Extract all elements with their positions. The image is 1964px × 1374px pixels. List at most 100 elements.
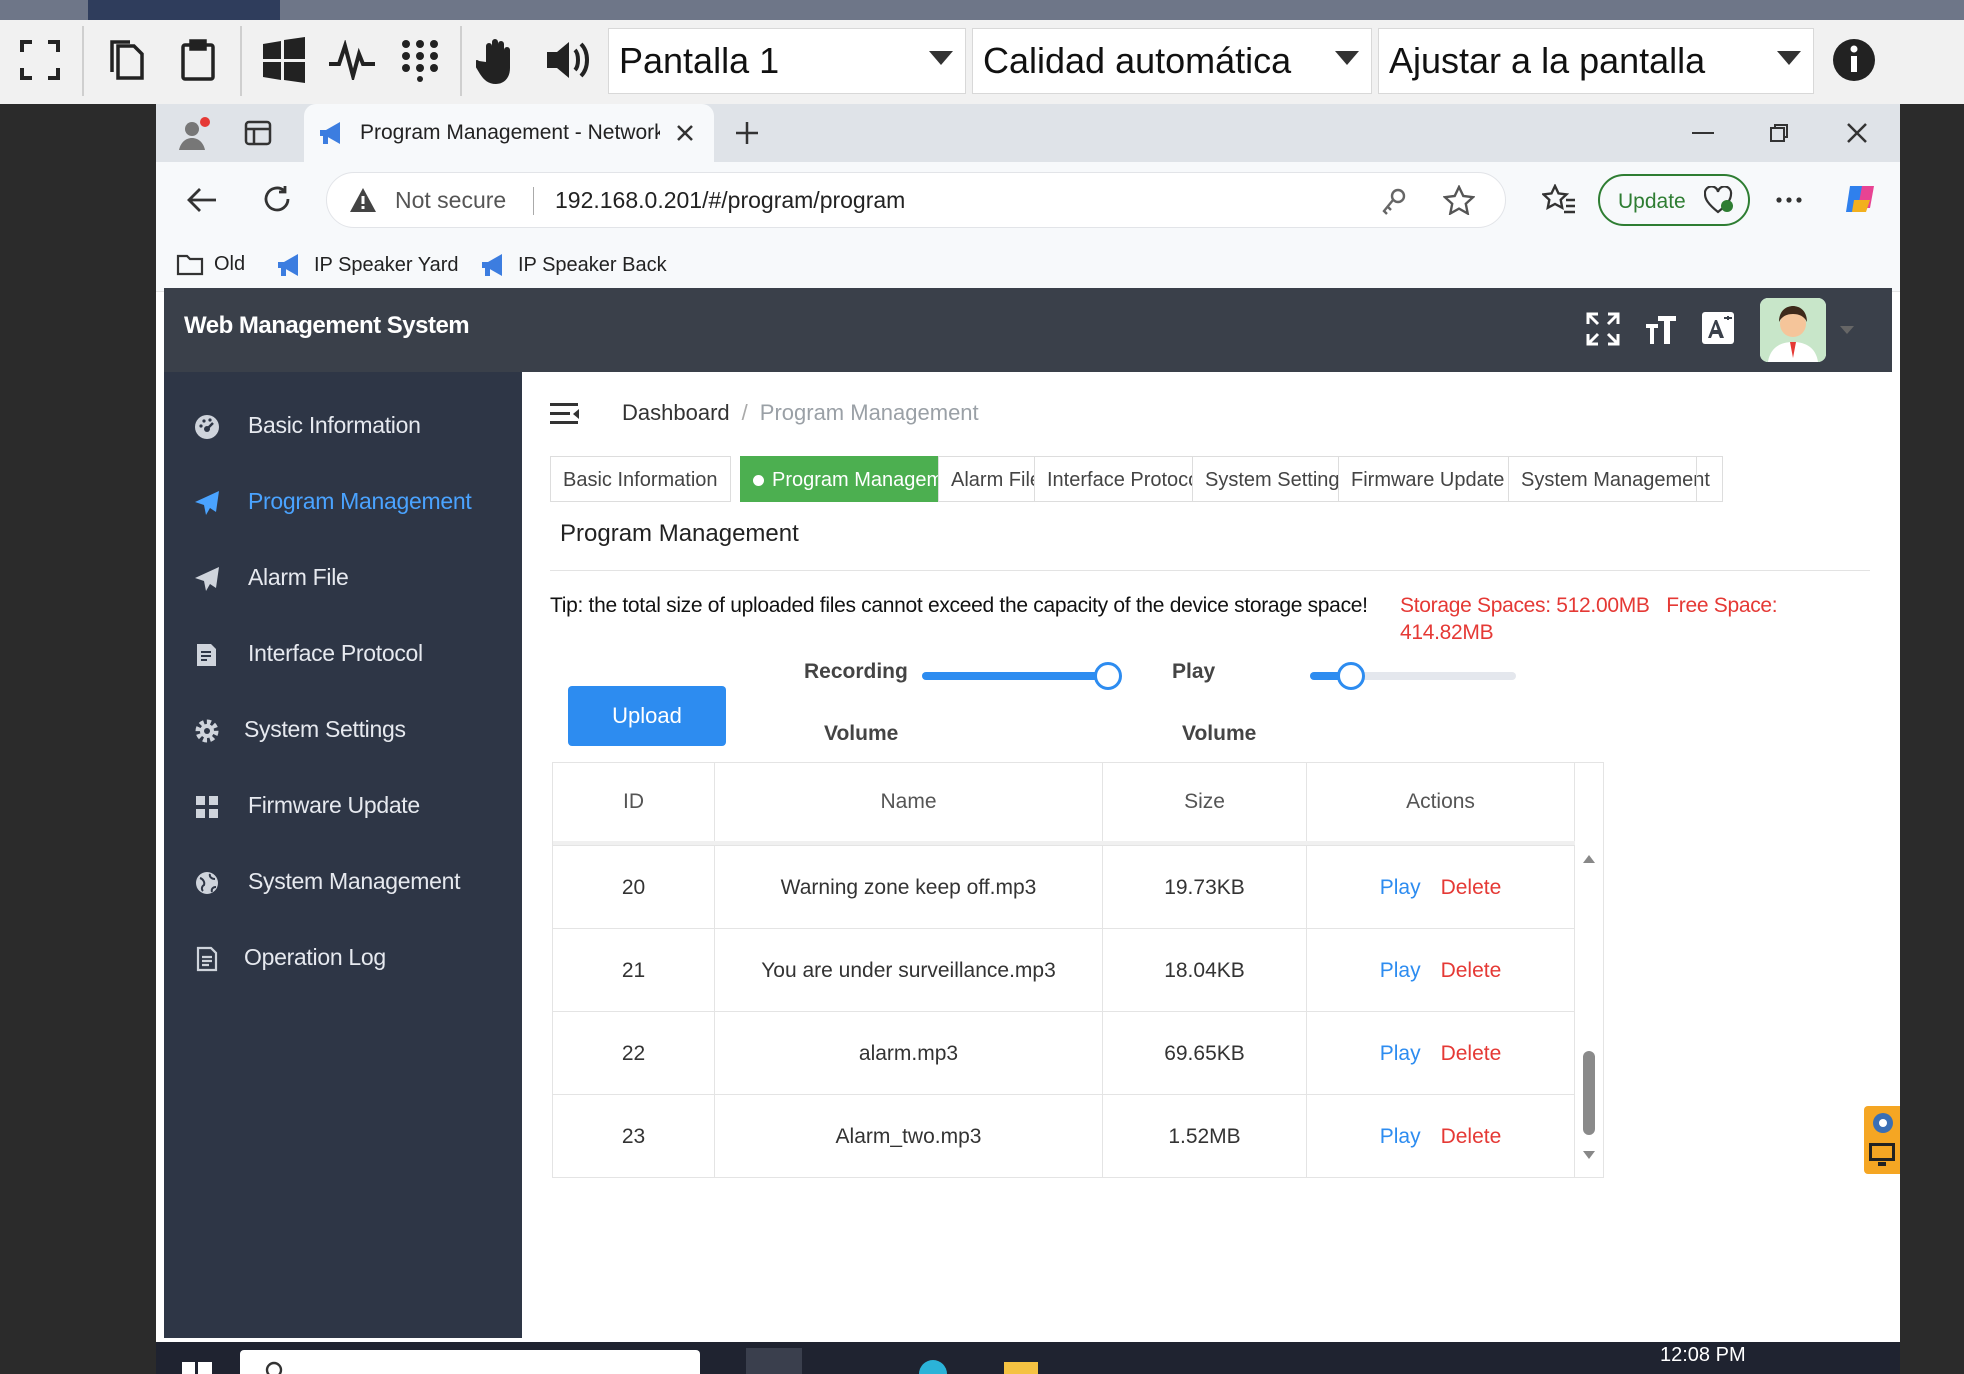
copy-icon[interactable] <box>98 32 154 88</box>
web-app: Web Management System Basic Information … <box>164 288 1892 1338</box>
table-scrollbar[interactable] <box>1575 841 1603 1177</box>
taskbar-search[interactable] <box>240 1350 700 1374</box>
play-link[interactable]: Play <box>1380 959 1421 983</box>
tab-firmware-update[interactable]: Firmware Update <box>1338 456 1518 502</box>
reload-icon[interactable] <box>262 184 292 214</box>
upload-button[interactable]: Upload <box>568 686 726 746</box>
volume-icon[interactable] <box>540 32 596 88</box>
tab-actions-icon[interactable] <box>244 120 272 146</box>
menu-toggle-icon[interactable] <box>550 402 580 426</box>
tab-interface-protocol[interactable]: Interface Protocol <box>1034 456 1217 502</box>
tab-program-management[interactable]: Program Management - Network <box>304 104 714 162</box>
sidebar-item-interface-protocol[interactable]: Interface Protocol <box>164 624 522 684</box>
info-icon[interactable] <box>1826 32 1882 88</box>
play-link[interactable]: Play <box>1380 876 1421 900</box>
copilot-icon[interactable] <box>1842 180 1880 218</box>
font-size-icon[interactable] <box>1644 312 1678 346</box>
remote-session-strip <box>0 0 1964 20</box>
url-text[interactable]: 192.168.0.201/#/program/program <box>555 187 905 214</box>
taskbar-app-running[interactable] <box>746 1348 802 1374</box>
avatar[interactable] <box>1760 298 1826 362</box>
scrollbar-thumb[interactable] <box>1583 1051 1595 1135</box>
delete-link[interactable]: Delete <box>1441 876 1502 900</box>
remote-toolbar: Pantalla 1 Calidad automática Ajustar a … <box>0 0 1964 104</box>
quality-select[interactable]: Calidad automática <box>972 28 1372 94</box>
omnibox[interactable]: Not secure 192.168.0.201/#/program/progr… <box>326 172 1506 228</box>
chevron-down-icon <box>929 51 953 65</box>
sidebar-item-firmware-update[interactable]: Firmware Update <box>164 776 522 836</box>
slider-handle[interactable] <box>1337 662 1366 690</box>
app-header: Web Management System <box>164 288 1892 372</box>
grid-icon <box>196 796 218 818</box>
breadcrumb-dashboard[interactable]: Dashboard <box>622 400 730 425</box>
profile-icon[interactable] <box>176 116 212 152</box>
page-title: Program Management <box>560 520 799 547</box>
play-volume-slider[interactable] <box>1310 662 1516 690</box>
play-link[interactable]: Play <box>1380 1042 1421 1066</box>
taskbar-clock[interactable]: 12:08 PM <box>1660 1344 1746 1367</box>
star-icon[interactable] <box>1443 185 1475 215</box>
bookmarks-bar: Old IP Speaker Yard IP Speaker Back <box>156 238 1900 292</box>
bookmark-ip-speaker-yard[interactable]: IP Speaker Yard <box>276 252 459 278</box>
side-widget[interactable] <box>1864 1106 1900 1174</box>
screen-select-value: Pantalla 1 <box>619 40 780 81</box>
folder-icon[interactable] <box>1004 1358 1038 1374</box>
clipboard-icon[interactable] <box>170 32 226 88</box>
new-tab-icon[interactable] <box>734 120 760 146</box>
tab-basic-information[interactable]: Basic Information <box>550 456 731 502</box>
tab-system-management[interactable]: System Management <box>1508 456 1723 502</box>
chevron-down-icon <box>1777 51 1801 65</box>
windows-icon[interactable] <box>256 32 312 88</box>
minimize-icon[interactable] <box>1692 132 1714 136</box>
tab-label: Interface Protocol <box>1047 469 1204 491</box>
fullscreen-icon[interactable] <box>12 32 68 88</box>
browser-window: Program Management - Network Not secure … <box>156 104 1900 1342</box>
sidebar-item-label: System Management <box>248 868 461 894</box>
sidebar-item-system-management[interactable]: System Management <box>164 852 522 912</box>
edge-icon[interactable] <box>918 1356 948 1374</box>
sidebar-item-operation-log[interactable]: Operation Log <box>164 928 522 988</box>
delete-link[interactable]: Delete <box>1441 1125 1502 1149</box>
sidebar-item-program-management[interactable]: Program Management <box>164 472 522 532</box>
update-button[interactable]: Update <box>1598 174 1750 226</box>
activity-icon[interactable] <box>324 32 380 88</box>
windows-start-icon[interactable] <box>182 1362 212 1374</box>
delete-link[interactable]: Delete <box>1441 959 1502 983</box>
delete-link[interactable]: Delete <box>1441 1042 1502 1066</box>
storage-spaces: Storage Spaces: 512.00MB <box>1400 594 1650 617</box>
translate-icon[interactable] <box>1700 310 1736 346</box>
play-volume-label-sub: Volume <box>1182 722 1257 745</box>
hand-icon[interactable] <box>470 32 526 88</box>
column-header-actions: Actions <box>1307 763 1575 841</box>
play-link[interactable]: Play <box>1380 1125 1421 1149</box>
chevron-down-icon[interactable] <box>1840 326 1854 334</box>
sidebar-item-alarm-file[interactable]: Alarm File <box>164 548 522 608</box>
bookmark-ip-speaker-back[interactable]: IP Speaker Back <box>480 252 667 278</box>
bookmark-old[interactable]: Old <box>176 252 245 276</box>
slider-handle[interactable] <box>1094 662 1122 690</box>
tab-overflow[interactable] <box>1696 456 1716 502</box>
restore-icon[interactable] <box>1768 122 1790 144</box>
column-header-id: ID <box>553 763 715 841</box>
scroll-up-icon[interactable] <box>1583 855 1595 863</box>
close-window-icon[interactable] <box>1846 122 1868 144</box>
expand-icon[interactable] <box>1586 312 1620 346</box>
favorites-icon[interactable] <box>1542 184 1576 214</box>
keypad-icon[interactable] <box>392 32 448 88</box>
sidebar-item-label: System Settings <box>244 716 406 742</box>
tab-strip: Program Management - Network <box>156 104 1900 162</box>
close-icon[interactable] <box>676 124 694 142</box>
active-session-indicator[interactable] <box>88 0 280 20</box>
screen-select[interactable]: Pantalla 1 <box>608 28 966 94</box>
key-icon[interactable] <box>1381 187 1407 215</box>
tab-system-settings[interactable]: System Settings <box>1192 456 1363 502</box>
sidebar-item-system-settings[interactable]: System Settings <box>164 700 522 760</box>
fit-select[interactable]: Ajustar a la pantalla <box>1378 28 1814 94</box>
sidebar-item-label: Operation Log <box>244 944 386 970</box>
scroll-down-icon[interactable] <box>1583 1151 1595 1159</box>
sidebar-item-basic-information[interactable]: Basic Information <box>164 396 522 456</box>
more-icon[interactable] <box>1776 196 1802 204</box>
back-icon[interactable] <box>186 186 218 214</box>
recording-volume-slider[interactable] <box>922 662 1122 690</box>
not-secure-label[interactable]: Not secure <box>395 187 506 214</box>
